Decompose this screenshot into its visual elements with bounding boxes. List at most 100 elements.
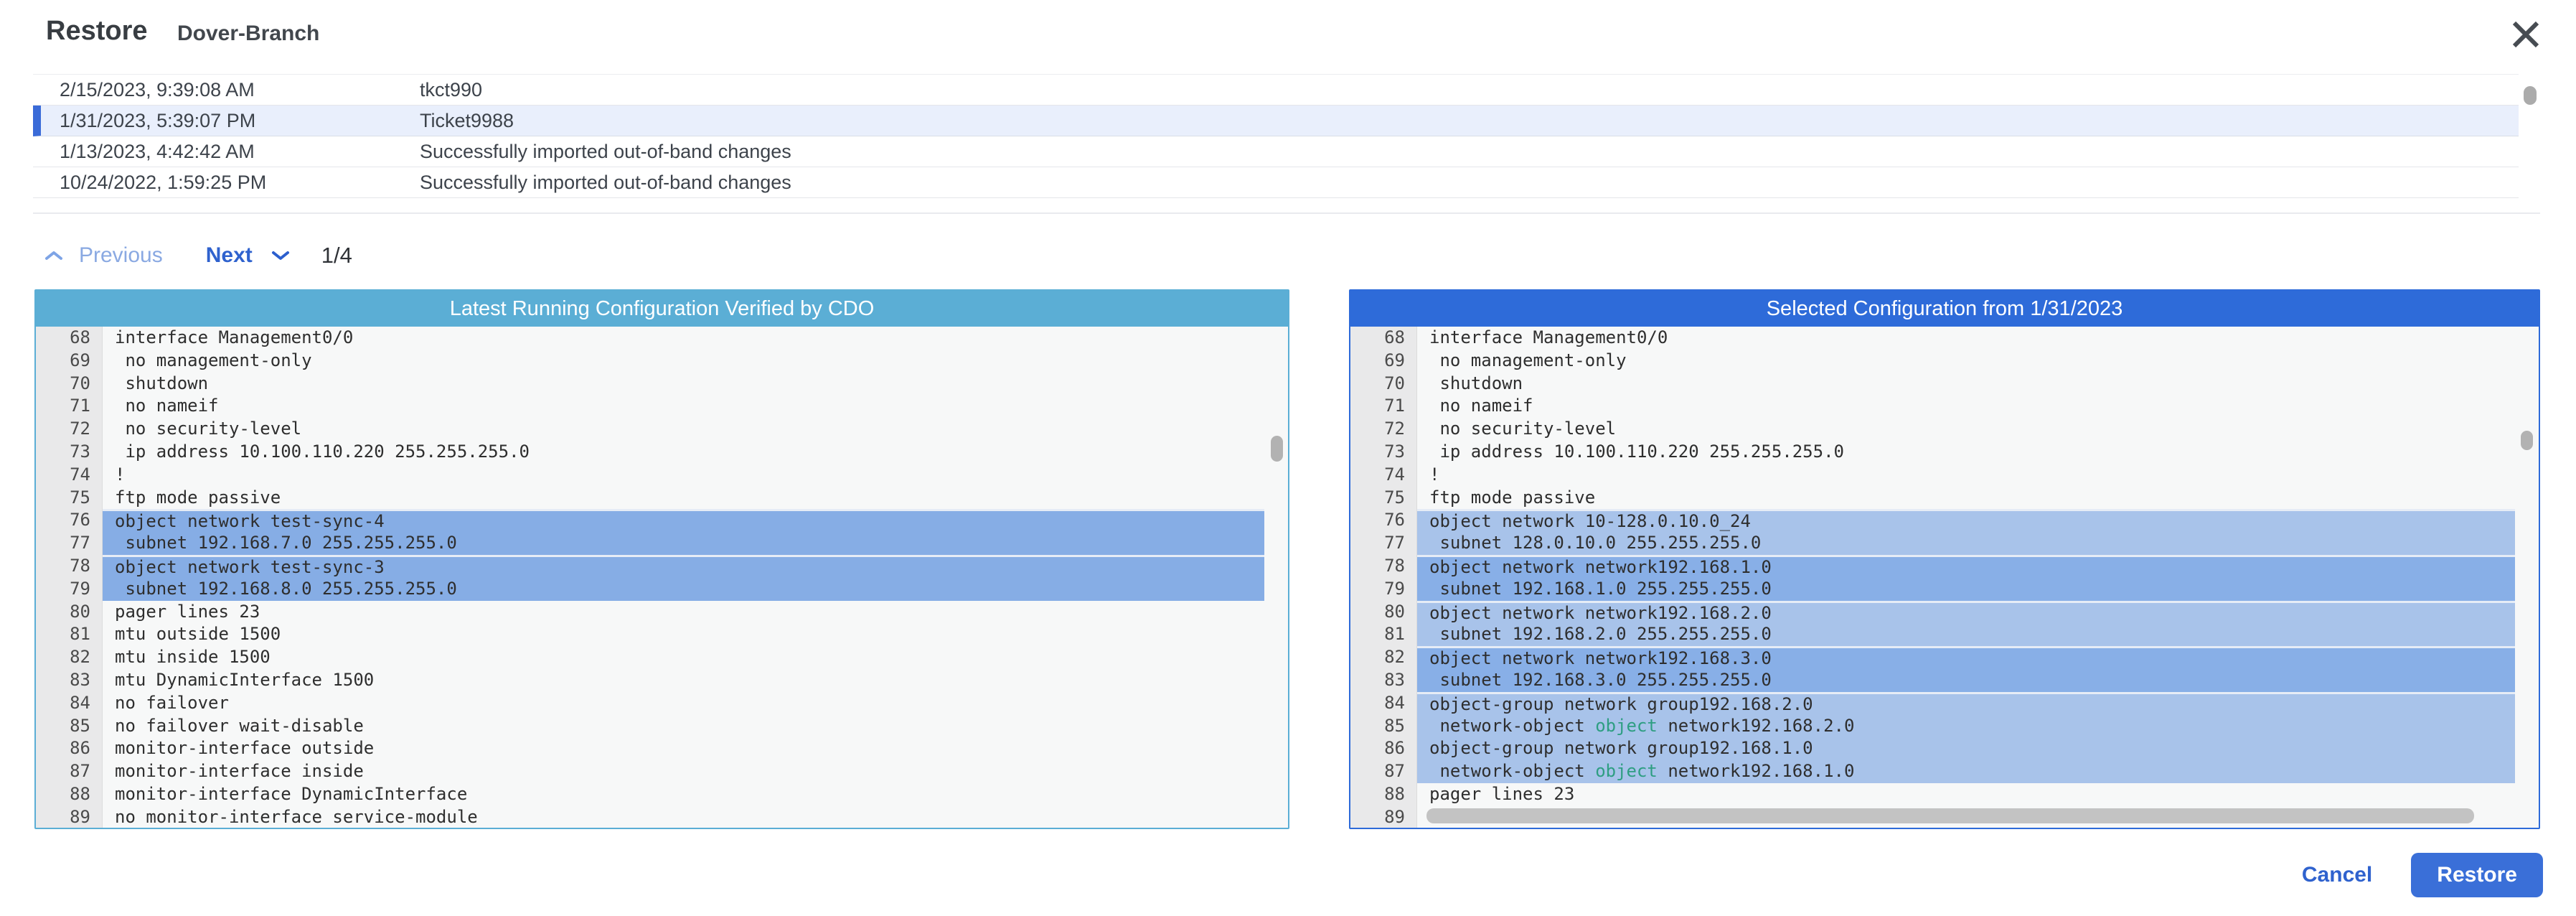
line-content: ip address 10.100.110.220 255.255.255.0 [115,441,530,462]
line-content: object network network192.168.3.0 [1417,646,2515,669]
code-line: 81 mtu outside 1500 [36,623,1288,647]
line-content: no security-level [1429,419,1617,439]
row-description: Ticket9988 [420,109,514,131]
line-number: 71 [1350,395,1417,419]
line-number: 75 [1350,486,1417,510]
line-number: 76 [36,509,103,533]
line-number: 85 [36,714,103,738]
code-line: 74 ! [1350,463,2539,487]
line-number: 73 [36,440,103,464]
close-icon [2509,17,2543,52]
chevron-up-icon[interactable] [44,250,63,261]
right-horizontal-scrollbar-thumb[interactable] [1426,808,2474,823]
line-content: subnet 128.0.10.0 255.255.255.0 [1417,532,2515,555]
code-line: 87 monitor-interface inside [36,760,1288,783]
line-content: no nameif [1429,396,1533,416]
code-line: 73 ip address 10.100.110.220 255.255.255… [1350,440,2539,464]
line-content: object network network192.168.2.0 [1417,600,2515,624]
page-title: Restore [46,16,148,46]
line-number: 71 [36,395,103,419]
line-content: ftp mode passive [1429,487,1596,508]
line-number: 74 [1350,463,1417,487]
right-code-view[interactable]: 68 interface Management0/0 69 no managem… [1350,327,2539,828]
line-content: subnet 192.168.7.0 255.255.255.0 [103,532,1264,555]
code-line: 87 network-object object network192.168.… [1350,760,2539,783]
code-line: 75 ftp mode passive [36,486,1288,510]
line-number: 82 [1350,646,1417,669]
line-number: 75 [36,486,103,510]
line-number: 69 [36,349,103,373]
line-number: 72 [36,418,103,441]
line-number: 84 [36,691,103,715]
code-line: 80 pager lines 23 [36,600,1288,624]
line-content: mtu DynamicInterface 1500 [115,669,375,690]
line-number: 79 [1350,577,1417,601]
table-row[interactable]: 2/15/2023, 9:39:08 AM tkct990 [33,75,2519,106]
line-content: object-group network group192.168.1.0 [1417,737,2515,761]
line-content: monitor-interface inside [115,761,364,782]
line-number: 68 [36,327,103,350]
line-content: object network test-sync-3 [103,554,1264,578]
code-line: 88 pager lines 23 [1350,782,2539,806]
line-number: 88 [36,782,103,806]
line-number: 82 [36,646,103,669]
line-content: mtu outside 1500 [115,624,281,645]
left-vertical-scrollbar-thumb[interactable] [1271,436,1283,462]
line-number: 72 [1350,418,1417,441]
restore-button[interactable]: Restore [2411,853,2543,897]
line-content: no monitor-interface service-module [115,806,478,827]
line-content: ftp mode passive [115,487,281,508]
previous-button[interactable]: Previous [79,243,163,268]
panel-selected-config: Selected Configuration from 1/31/2023 68… [1349,289,2540,829]
page-indicator: 1/4 [321,243,352,268]
line-number: 87 [1350,760,1417,783]
row-date: 1/31/2023, 5:39:07 PM [60,109,256,131]
table-bottom-divider [33,212,2540,214]
line-content: no failover wait-disable [115,715,364,736]
row-description: Successfully imported out-of-band change… [420,140,791,162]
line-content: network-object object network192.168.2.0 [1417,714,2515,738]
code-line: 70 shutdown [36,372,1288,396]
code-line: 76 object network 10-128.0.10.0_24 [1350,509,2539,533]
line-content: shutdown [115,373,209,393]
cancel-button[interactable]: Cancel [2298,862,2377,888]
line-number: 76 [1350,509,1417,533]
table-row[interactable]: 1/13/2023, 4:42:42 AM Successfully impor… [33,136,2519,167]
close-button[interactable] [2506,14,2546,55]
line-content: monitor-interface outside [115,738,375,759]
line-number: 86 [1350,737,1417,761]
line-number: 78 [36,554,103,578]
line-number: 83 [1350,668,1417,692]
row-date: 10/24/2022, 1:59:25 PM [60,171,267,193]
line-content: subnet 192.168.2.0 255.255.255.0 [1417,623,2515,647]
code-line: 86 monitor-interface outside [36,737,1288,761]
code-line: 71 no nameif [1350,395,2539,419]
code-line: 75 ftp mode passive [1350,486,2539,510]
snapshot-table: 2/15/2023, 9:39:08 AM tkct990 1/31/2023,… [33,74,2519,198]
code-line: 83 mtu DynamicInterface 1500 [36,668,1288,692]
code-line: 82 object network network192.168.3.0 [1350,646,2539,669]
right-vertical-scrollbar-thumb[interactable] [2521,431,2533,450]
line-number: 70 [36,372,103,396]
line-content: interface Management0/0 [115,327,354,347]
table-scrollbar-thumb[interactable] [2524,86,2537,105]
table-row[interactable]: 1/31/2023, 5:39:07 PM Ticket9988 [33,106,2519,136]
line-content: no management-only [115,350,312,370]
chevron-down-icon[interactable] [271,250,290,261]
code-line: 85 no failover wait-disable [36,714,1288,738]
code-line: 69 no management-only [36,349,1288,373]
line-content: object network network192.168.1.0 [1417,554,2515,578]
line-number: 81 [1350,623,1417,647]
next-button[interactable]: Next [206,243,253,268]
left-code-view[interactable]: 68 interface Management0/0 69 no managem… [36,327,1288,828]
line-number: 69 [1350,349,1417,373]
line-number: 81 [36,623,103,647]
code-line: 78 object network test-sync-3 [36,554,1288,578]
line-content: ip address 10.100.110.220 255.255.255.0 [1429,441,1844,462]
code-line: 73 ip address 10.100.110.220 255.255.255… [36,440,1288,464]
line-number: 70 [1350,372,1417,396]
code-line: 79 subnet 192.168.8.0 255.255.255.0 [36,577,1288,601]
line-number: 87 [36,760,103,783]
table-row[interactable]: 10/24/2022, 1:59:25 PM Successfully impo… [33,167,2519,198]
code-line: 72 no security-level [1350,418,2539,441]
